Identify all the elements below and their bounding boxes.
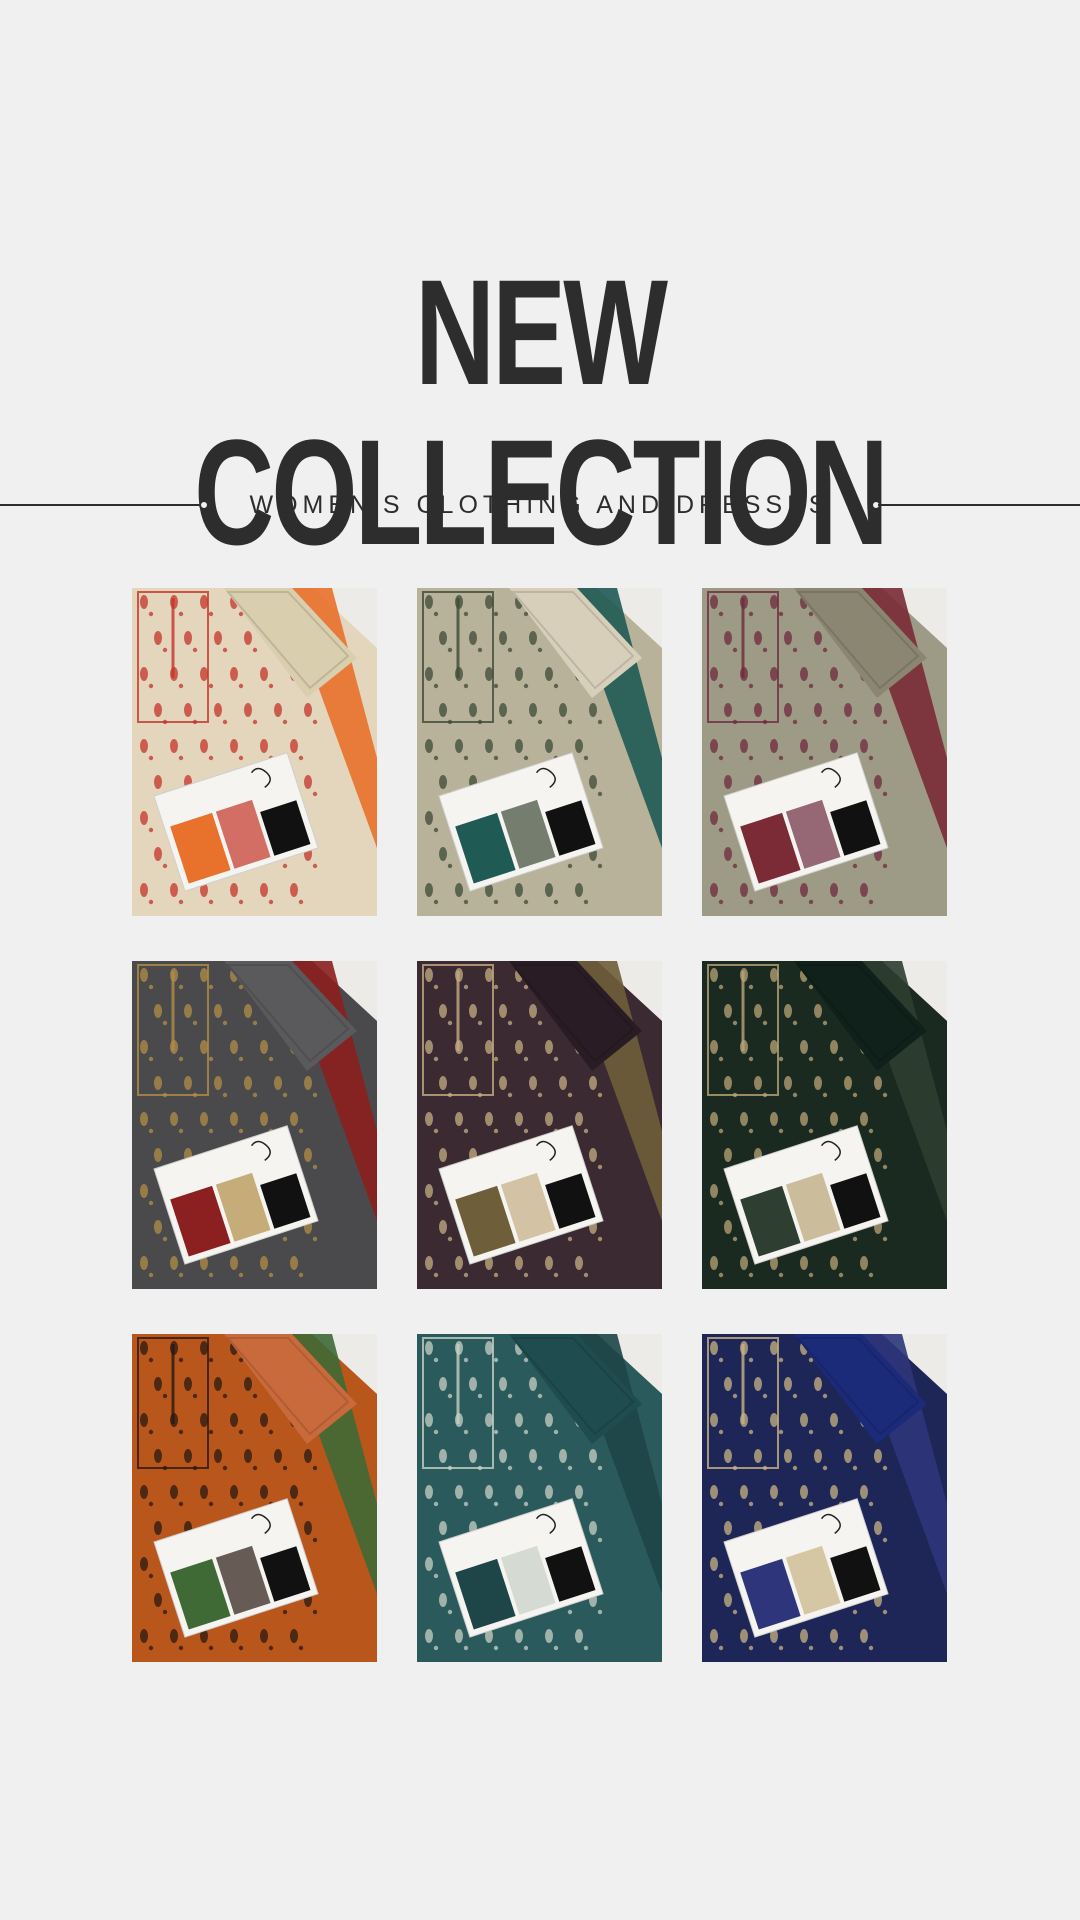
product-photo-plum-gold[interactable] (417, 961, 662, 1289)
product-image (417, 588, 662, 916)
product-image (132, 961, 377, 1289)
product-image (417, 961, 662, 1289)
product-image (132, 588, 377, 916)
product-image (702, 1334, 947, 1662)
product-grid (132, 588, 948, 1662)
product-photo-teal-silver[interactable] (417, 1334, 662, 1662)
product-image (702, 588, 947, 916)
subtitle-row: WOMEN'S CLOTHING AND DRESSES (0, 485, 1080, 525)
product-photo-beige-green[interactable] (417, 588, 662, 916)
divider-line-right (878, 504, 1080, 506)
product-photo-grey-gold[interactable] (132, 961, 377, 1289)
product-image (702, 961, 947, 1289)
product-photo-sage-maroon[interactable] (702, 588, 947, 916)
product-photo-cream-red[interactable] (132, 588, 377, 916)
product-photo-green-gold[interactable] (702, 961, 947, 1289)
product-photo-rust-black[interactable] (132, 1334, 377, 1662)
product-photo-navy-gold[interactable] (702, 1334, 947, 1662)
product-image (132, 1334, 377, 1662)
product-image (417, 1334, 662, 1662)
